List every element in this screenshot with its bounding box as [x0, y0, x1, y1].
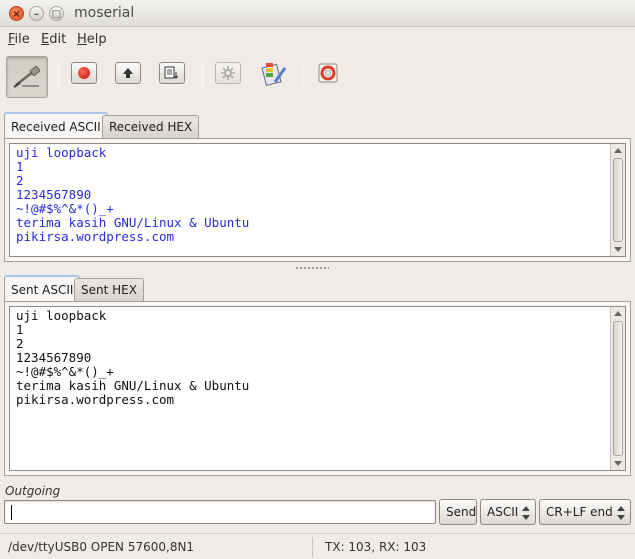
received-line: 2 — [16, 173, 24, 188]
received-line: 1234567890 — [16, 187, 92, 202]
help-icon — [318, 63, 338, 83]
sent-scrollbar[interactable] — [610, 307, 625, 470]
scroll-up-icon[interactable] — [614, 311, 622, 316]
close-window-button[interactable]: × — [9, 6, 24, 21]
record-button[interactable] — [70, 59, 98, 87]
sent-line: 2 — [16, 336, 24, 351]
format-select[interactable]: ASCII — [480, 499, 536, 525]
select-arrows-icon — [617, 506, 625, 520]
maximize-window-button[interactable]: □ — [49, 6, 64, 21]
received-line: pikirsa.wordpress.com — [16, 229, 175, 244]
menu-help[interactable]: Help — [77, 32, 107, 47]
menu-file-label: ile — [14, 32, 30, 47]
received-line: 1 — [16, 159, 24, 174]
menu-file[interactable]: File — [8, 32, 30, 47]
status-bar: /dev/ttyUSB0 OPEN 57600,8N1 TX: 103, RX:… — [0, 533, 635, 559]
menu-bar: File Edit Help — [0, 27, 635, 51]
sent-line: 1234567890 — [16, 350, 92, 365]
preferences-icon — [261, 63, 287, 86]
menu-edit-mnemonic: E — [41, 32, 50, 47]
menu-edit[interactable]: Edit — [41, 32, 66, 47]
scrollbar-thumb[interactable] — [613, 158, 623, 242]
window-title: moserial — [74, 5, 135, 21]
settings-icon — [215, 62, 241, 84]
toolbar-separator — [202, 63, 203, 91]
tab-received-ascii[interactable]: Received ASCII — [4, 112, 108, 140]
sent-line: 1 — [16, 322, 24, 337]
toolbar-separator — [302, 63, 303, 91]
tab-received-hex[interactable]: Received HEX — [102, 115, 200, 138]
upload-icon — [115, 62, 141, 84]
title-bar: × – □ moserial — [0, 0, 635, 27]
received-line: terima kasih GNU/Linux & Ubuntu — [16, 215, 250, 230]
tab-sent-hex[interactable]: Sent HEX — [74, 278, 144, 301]
sent-line: terima kasih GNU/Linux & Ubuntu — [16, 378, 250, 393]
scroll-down-icon[interactable] — [614, 247, 622, 252]
menu-help-mnemonic: H — [77, 32, 87, 47]
scroll-down-icon[interactable] — [614, 461, 622, 466]
send-file-button[interactable] — [158, 59, 186, 87]
received-scrollbar[interactable] — [610, 144, 625, 256]
port-status: /dev/ttyUSB0 OPEN 57600,8N1 — [8, 540, 195, 554]
scrollbar-thumb[interactable] — [613, 321, 623, 456]
sent-text-area[interactable]: uji loopback 1 2 1234567890 ~!@#$%^&*()_… — [9, 306, 626, 471]
upload-button[interactable] — [114, 59, 142, 87]
connect-button[interactable] — [6, 56, 48, 98]
format-select-value: ASCII — [487, 505, 519, 519]
tab-sent-ascii[interactable]: Sent ASCII — [4, 275, 81, 303]
record-icon — [71, 62, 97, 84]
menu-help-label: elp — [86, 32, 107, 47]
line-end-select[interactable]: CR+LF end — [539, 499, 631, 525]
status-separator — [312, 537, 313, 557]
pane-resize-handle[interactable] — [295, 266, 329, 270]
settings-button[interactable] — [214, 59, 242, 87]
send-button[interactable]: Send — [439, 499, 477, 525]
received-text-area[interactable]: uji loopback 1 2 1234567890 ~!@#$%^&*()_… — [9, 143, 626, 257]
sent-line: pikirsa.wordpress.com — [16, 392, 175, 407]
help-button[interactable] — [314, 59, 342, 87]
line-end-select-value: CR+LF end — [546, 505, 613, 519]
outgoing-label: Outgoing — [5, 484, 61, 498]
sent-line: ~!@#$%^&*()_+ — [16, 364, 114, 379]
minimize-window-button[interactable]: – — [29, 6, 44, 21]
tx-rx-counter: TX: 103, RX: 103 — [325, 540, 427, 554]
outgoing-input[interactable] — [4, 500, 436, 524]
toolbar-separator — [58, 63, 59, 91]
select-arrows-icon — [522, 506, 530, 520]
received-line: ~!@#$%^&*()_+ — [16, 201, 114, 216]
text-caret — [11, 505, 12, 520]
received-panel: uji loopback 1 2 1234567890 ~!@#$%^&*()_… — [4, 138, 631, 262]
send-file-icon — [159, 62, 185, 84]
toolbar — [0, 51, 635, 106]
received-line: uji loopback — [16, 145, 107, 160]
sent-panel: uji loopback 1 2 1234567890 ~!@#$%^&*()_… — [4, 301, 631, 476]
scroll-up-icon[interactable] — [614, 148, 622, 153]
preferences-button[interactable] — [260, 59, 288, 87]
connect-icon — [13, 66, 41, 88]
sent-line: uji loopback — [16, 308, 107, 323]
menu-edit-label: dit — [49, 32, 67, 47]
